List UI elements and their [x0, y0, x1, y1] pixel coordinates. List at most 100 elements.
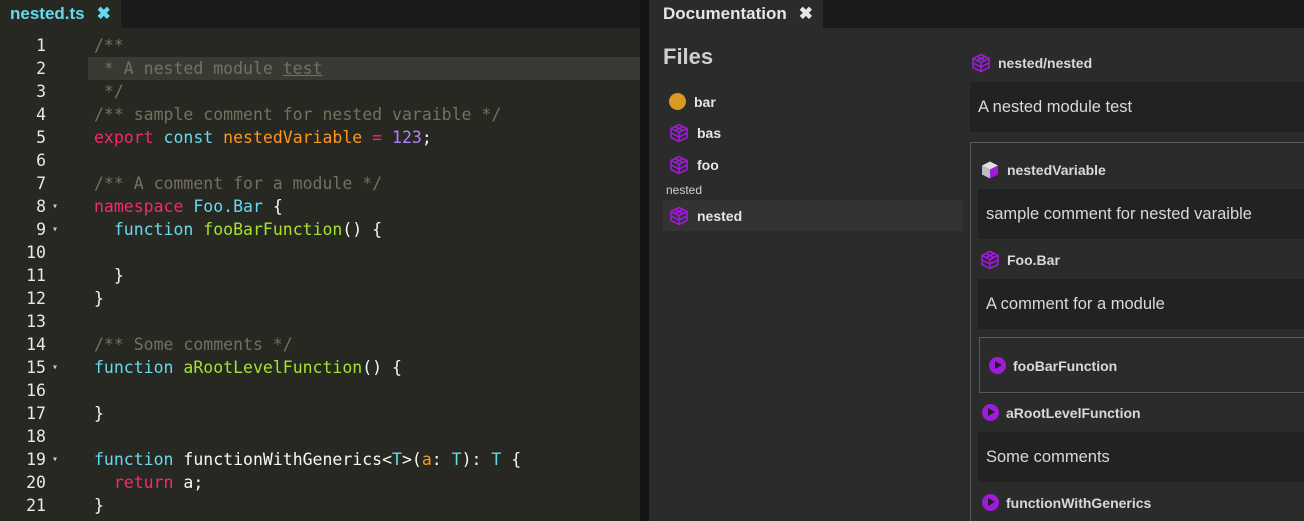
code-text: export const nestedVariable = 123;: [94, 126, 432, 149]
code-token: T: [491, 450, 502, 469]
code-token: a: [421, 450, 432, 469]
code-token: T: [392, 450, 402, 469]
fold-arrow-icon[interactable]: ▾: [52, 448, 58, 471]
code-token: /** A comment for a module */: [94, 174, 383, 193]
line-number: 21: [26, 496, 46, 515]
code-line[interactable]: 4 /** sample comment for nested varaible …: [0, 103, 640, 126]
file-item-foo[interactable]: foo: [663, 149, 963, 180]
box-icon: [982, 161, 998, 179]
code-token: /** Some comments */: [94, 335, 293, 354]
code-token: function: [94, 358, 174, 377]
member-fooBarFunction[interactable]: fooBarFunction: [989, 357, 1117, 374]
pane-divider[interactable]: [640, 0, 649, 521]
line-number: 17: [26, 404, 46, 423]
function-icon: [989, 357, 1006, 374]
code-line[interactable]: 2 * A nested module test: [36, 57, 640, 80]
code-text: return a;: [94, 471, 203, 494]
code-token: {: [262, 197, 283, 216]
code-token: /**: [94, 36, 124, 55]
cube-icon: [670, 123, 688, 142]
function-icon: [982, 494, 999, 511]
member-functionWithGenerics[interactable]: functionWithGenerics: [982, 494, 1151, 511]
close-icon[interactable]: ✖: [97, 4, 111, 24]
code-line[interactable]: 9 ▾ function fooBarFunction() {: [0, 218, 640, 241]
module-heading[interactable]: nested/nested: [971, 53, 1092, 73]
code-line[interactable]: 11 }: [0, 264, 640, 287]
code-line[interactable]: 8 ▾ namespace Foo.Bar {: [0, 195, 640, 218]
code-line[interactable]: 19 ▾ function functionWithGenerics<T>(a: T…: [0, 448, 640, 471]
code-token: ;: [421, 128, 432, 147]
code-line[interactable]: 16: [0, 379, 640, 402]
code-token: */: [94, 82, 124, 101]
line-number: 4: [36, 105, 46, 124]
code-text: function aRootLevelFunction() {: [94, 356, 402, 379]
code-token: function: [94, 450, 174, 469]
tab-nested-ts[interactable]: nested.ts ✖: [0, 0, 121, 28]
function-icon: [982, 404, 999, 421]
line-number: 5: [36, 128, 46, 147]
code-line[interactable]: 1 /**: [0, 34, 640, 57]
code-line[interactable]: 5 export const nestedVariable = 123;: [0, 126, 640, 149]
member-aRootLevelFunction[interactable]: aRootLevelFunction: [982, 404, 1141, 421]
code-token: }: [94, 266, 124, 285]
code-token: >(: [401, 450, 422, 469]
line-number: 14: [26, 335, 46, 354]
code-line[interactable]: 15 ▾ function aRootLevelFunction() {: [0, 356, 640, 379]
code-token: }: [94, 289, 104, 308]
tab-label: nested.ts: [10, 4, 85, 23]
line-number: 18: [26, 427, 46, 446]
code-token: }: [94, 404, 104, 423]
code-text: /**: [94, 34, 124, 57]
code-token: test: [282, 59, 323, 78]
close-icon[interactable]: ✖: [799, 4, 813, 24]
member-description: sample comment for nested varaible: [978, 189, 1304, 239]
file-label: bas: [697, 124, 722, 141]
cube-icon: [981, 250, 999, 270]
code-line[interactable]: 6: [0, 149, 640, 172]
code-line[interactable]: 18: [0, 425, 640, 448]
line-number: 15: [26, 358, 46, 377]
code-line[interactable]: 10: [0, 241, 640, 264]
code-line[interactable]: 3 */: [0, 80, 640, 103]
code-editor[interactable]: nested.ts ✖ 1 /** 2 * A nested module test…: [0, 0, 640, 521]
dot-icon: [669, 93, 686, 110]
file-item-bas[interactable]: bas: [663, 117, 963, 148]
tab-documentation[interactable]: Documentation ✖: [649, 0, 823, 28]
code-line[interactable]: 14 /** Some comments */: [0, 333, 640, 356]
code-line[interactable]: 20 return a;: [0, 471, 640, 494]
code-lines[interactable]: 1 /** 2 * A nested module test 3 */4/** sam…: [0, 34, 640, 517]
code-line[interactable]: 17}: [0, 402, 640, 425]
code-token: :: [431, 450, 452, 469]
file-item-bar[interactable]: bar: [663, 86, 963, 117]
file-item-nested[interactable]: nested: [663, 200, 963, 231]
fold-arrow-icon[interactable]: ▾: [52, 218, 58, 241]
member-name: functionWithGenerics: [1006, 494, 1152, 511]
line-number: 8: [36, 197, 46, 216]
line-number: 20: [26, 473, 46, 492]
member-nestedVariable[interactable]: nestedVariable: [980, 160, 1106, 180]
code-token: * A nested module: [94, 59, 283, 78]
editor-tab-bar: nested.ts ✖: [0, 0, 640, 28]
code-line[interactable]: 21}: [0, 494, 640, 517]
code-token: return: [113, 473, 174, 492]
line-number: 1: [36, 36, 46, 55]
code-line[interactable]: 12}: [0, 287, 640, 310]
code-line[interactable]: 7 /** A comment for a module */: [0, 172, 640, 195]
code-text: }: [94, 287, 104, 310]
fold-arrow-icon[interactable]: ▾: [52, 195, 58, 218]
member-foo-bar[interactable]: Foo.Bar: [980, 250, 1060, 270]
code-line[interactable]: 13: [0, 310, 640, 333]
code-token: () {: [342, 220, 383, 239]
fold-arrow-icon[interactable]: ▾: [52, 356, 58, 379]
line-number: 19: [26, 450, 46, 469]
line-number: 12: [26, 289, 46, 308]
documentation-panel: Documentation ✖ Files bar bas foo nested…: [649, 0, 1304, 521]
code-token: namespace: [94, 197, 184, 216]
member-name: aRootLevelFunction: [1006, 404, 1141, 421]
files-heading: Files: [663, 44, 714, 69]
